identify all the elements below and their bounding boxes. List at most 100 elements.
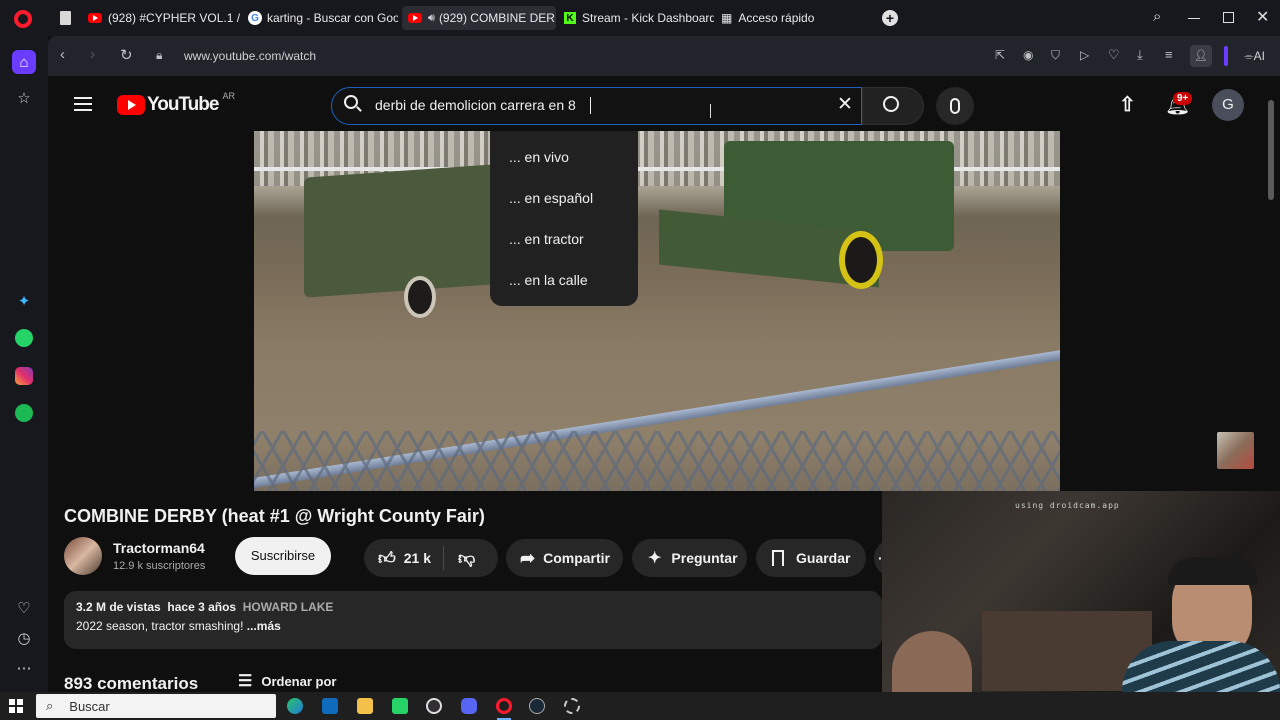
webcam-overlay: using droidcam.app bbox=[882, 491, 1280, 692]
suggestion-item[interactable]: ... en la calle bbox=[509, 272, 588, 288]
search-box[interactable]: derbi de demolicion carrera en 8 ✕ bbox=[331, 87, 862, 125]
suggestion-item[interactable]: ... en vivo bbox=[509, 149, 569, 165]
voice-search-button[interactable] bbox=[936, 87, 974, 125]
discord-icon[interactable] bbox=[461, 698, 477, 714]
video-player[interactable] bbox=[254, 131, 1060, 491]
subscribe-button[interactable]: Suscribirse bbox=[235, 537, 331, 575]
minimize-icon[interactable] bbox=[1188, 18, 1200, 19]
create-upload-icon[interactable]: ⇧ bbox=[1119, 92, 1136, 117]
description-text: 2022 season, tractor smashing! bbox=[76, 619, 244, 633]
share-button[interactable]: ➦ Compartir bbox=[506, 539, 623, 577]
camera-icon[interactable]: ◉ bbox=[1023, 48, 1033, 62]
ai-button[interactable]: ⌯AI bbox=[1244, 49, 1265, 64]
opera-icon[interactable] bbox=[496, 698, 512, 714]
youtube-logo[interactable]: YouTube AR bbox=[117, 91, 235, 116]
restore-icon[interactable] bbox=[1223, 12, 1234, 23]
combine-harvester-left bbox=[304, 164, 494, 298]
sort-icon: ☰ bbox=[238, 673, 253, 690]
shield-icon[interactable]: ⛉ bbox=[1051, 48, 1060, 63]
suggestion-item[interactable]: ... en español bbox=[509, 190, 593, 206]
combine-wheel-right bbox=[839, 231, 883, 289]
description-box[interactable]: 3.2 M de vistas hace 3 años HOWARD LAKE … bbox=[64, 591, 882, 649]
view-count: 3.2 M de vistas bbox=[76, 600, 161, 614]
tab-karting[interactable]: G karting - Buscar con Goog bbox=[248, 6, 398, 30]
url-field[interactable]: www.youtube.com/watch bbox=[184, 49, 316, 63]
hamburger-menu-icon[interactable] bbox=[74, 97, 92, 111]
outlook-icon[interactable] bbox=[322, 698, 338, 714]
download-icon[interactable]: ⤓ bbox=[1137, 47, 1143, 63]
share-icon[interactable]: ⇱ bbox=[995, 48, 1005, 62]
sort-button[interactable]: ☰ Ordenar por bbox=[238, 671, 336, 691]
ask-button[interactable]: ✦ Preguntar bbox=[632, 539, 747, 577]
speaker-icon[interactable]: 🔊︎ bbox=[428, 12, 435, 25]
youtube-favicon-icon bbox=[408, 13, 422, 23]
save-label: Guardar bbox=[796, 550, 851, 566]
page-scrollbar[interactable] bbox=[1268, 100, 1274, 200]
youtube-header: YouTube AR derbi de demolicion carrera e… bbox=[48, 76, 1268, 132]
page-icon[interactable] bbox=[60, 11, 71, 25]
tab-label: Acceso rápido bbox=[738, 11, 815, 25]
close-window-icon[interactable]: ✕ bbox=[1256, 7, 1269, 27]
whatsapp-icon[interactable] bbox=[12, 326, 36, 350]
heart-icon[interactable]: ♡ bbox=[1108, 47, 1120, 63]
file-explorer-icon[interactable] bbox=[357, 698, 373, 714]
like-dislike-group: 👍︎ 21 k 👎︎ bbox=[364, 539, 498, 577]
new-tab-button[interactable]: + bbox=[882, 10, 898, 26]
bookmark-icon bbox=[772, 550, 784, 566]
like-count[interactable]: 21 k bbox=[404, 550, 431, 566]
spotify-icon[interactable] bbox=[12, 401, 36, 425]
windows-taskbar: ⌕ Buscar bbox=[0, 692, 1280, 720]
reload-icon[interactable]: ↻ bbox=[120, 46, 133, 64]
show-more-link[interactable]: ...más bbox=[247, 619, 281, 633]
microphone-icon bbox=[950, 98, 960, 114]
tab-cypher[interactable]: (928) #CYPHER VOL.1 // A bbox=[88, 6, 240, 30]
back-icon[interactable]: ‹ bbox=[60, 46, 65, 63]
home-icon[interactable]: ⌂ bbox=[12, 50, 36, 74]
tab-kick-dashboard[interactable]: K Stream - Kick Dashboard bbox=[564, 6, 714, 30]
thumbs-down-icon[interactable]: 👎︎ bbox=[458, 548, 475, 569]
tab-combine-derby[interactable]: 🔊︎ (929) COMBINE DERBY bbox=[402, 6, 556, 30]
save-button[interactable]: Guardar bbox=[756, 539, 866, 577]
region-code: AR bbox=[222, 91, 235, 101]
more-icon[interactable]: ⋯ bbox=[12, 656, 36, 680]
suggestion-item[interactable]: ... en tractor bbox=[509, 231, 584, 247]
channel-avatar[interactable] bbox=[64, 537, 102, 575]
search-icon bbox=[883, 96, 899, 112]
mouse-ibeam-cursor bbox=[710, 104, 711, 118]
thumbs-up-icon[interactable]: 👍︎ bbox=[378, 548, 396, 569]
obs-icon[interactable] bbox=[426, 698, 442, 714]
address-bar: ‹ › ↻ 🔒︎ www.youtube.com/watch ⇱ ◉ ⛉ ▷ ♡… bbox=[48, 36, 1280, 76]
search-tabs-icon[interactable]: ⌕ bbox=[1153, 8, 1161, 25]
tab-label: (929) COMBINE DERBY bbox=[438, 11, 556, 25]
settings-gear-icon[interactable] bbox=[564, 698, 580, 714]
heart-icon[interactable]: ♡ bbox=[12, 596, 36, 620]
taskbar-search-box[interactable]: ⌕ Buscar bbox=[36, 694, 276, 718]
sparkle-icon: ✦ bbox=[648, 550, 662, 567]
tab-label: Stream - Kick Dashboard bbox=[582, 11, 714, 25]
youtube-logo-text: YouTube bbox=[147, 94, 219, 115]
windows-start-icon[interactable] bbox=[9, 699, 23, 713]
kick-favicon-icon: K bbox=[564, 12, 576, 24]
edge-icon[interactable] bbox=[287, 698, 303, 714]
tab-acceso-rapido[interactable]: ▦ Acceso rápido bbox=[721, 6, 841, 30]
search-button[interactable] bbox=[862, 87, 924, 125]
menu-icon[interactable]: ≡ bbox=[1165, 47, 1173, 62]
forward-icon[interactable]: › bbox=[90, 46, 95, 63]
play-icon[interactable]: ▷ bbox=[1080, 48, 1089, 62]
profile-icon[interactable]: 👤︎ bbox=[1190, 45, 1212, 67]
whatsapp-icon[interactable] bbox=[392, 698, 408, 714]
ai-label: AI bbox=[1253, 49, 1265, 63]
mini-thumbnail[interactable] bbox=[1217, 432, 1254, 469]
channel-name[interactable]: Tractorman64 bbox=[113, 540, 205, 556]
instagram-icon[interactable] bbox=[12, 364, 36, 388]
opera-logo-icon[interactable] bbox=[14, 10, 32, 28]
history-clock-icon[interactable]: ◷ bbox=[12, 626, 36, 650]
star-icon[interactable]: ☆ bbox=[12, 86, 36, 110]
location-tag[interactable]: HOWARD LAKE bbox=[243, 600, 334, 614]
clear-search-icon[interactable]: ✕ bbox=[837, 93, 853, 116]
search-input[interactable]: derbi de demolicion carrera en 8 bbox=[375, 97, 576, 113]
upload-age: hace 3 años bbox=[167, 600, 237, 614]
avatar[interactable]: G bbox=[1212, 89, 1244, 121]
aria-icon[interactable]: ✦ bbox=[12, 289, 36, 313]
steam-icon[interactable] bbox=[529, 698, 545, 714]
